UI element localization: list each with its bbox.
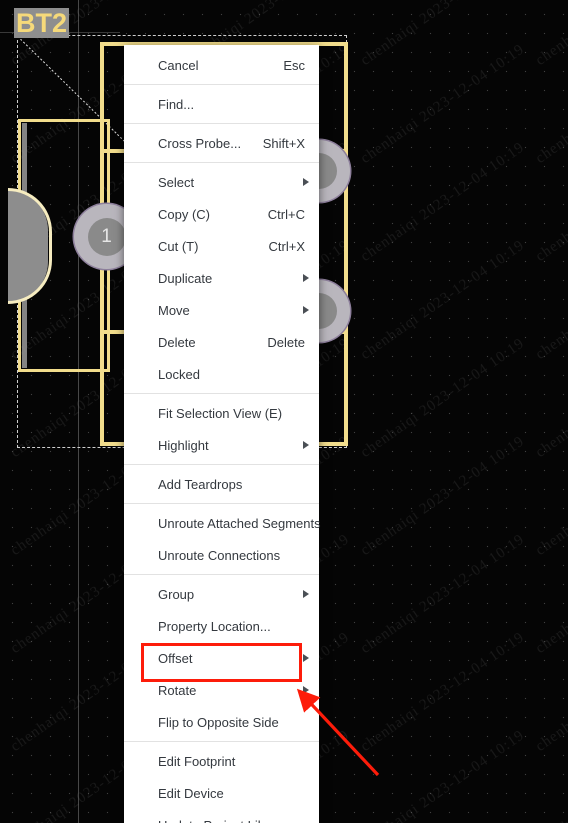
menu-item-label: Copy (C) bbox=[158, 206, 211, 222]
menu-item-cross-probe[interactable]: Cross Probe... Shift+X bbox=[124, 127, 319, 159]
menu-item-copy-c[interactable]: Copy (C) Ctrl+C bbox=[124, 198, 319, 230]
chevron-right-icon bbox=[303, 441, 309, 449]
menu-separator bbox=[124, 393, 319, 394]
menu-item-flip-to-opposite-side[interactable]: Flip to Opposite Side bbox=[124, 706, 319, 738]
menu-item-edit-device[interactable]: Edit Device bbox=[124, 777, 319, 809]
chevron-right-icon bbox=[303, 306, 309, 314]
chevron-right-icon bbox=[303, 590, 309, 598]
menu-item-label: Find... bbox=[158, 96, 195, 112]
chevron-right-icon bbox=[303, 686, 309, 694]
menu-item-rotate[interactable]: Rotate bbox=[124, 674, 319, 706]
pad-1-number: 1 bbox=[101, 225, 112, 247]
menu-item-cut-t[interactable]: Cut (T) Ctrl+X bbox=[124, 230, 319, 262]
menu-item-shortcut: Delete bbox=[267, 334, 305, 350]
menu-item-find[interactable]: Find... bbox=[124, 88, 319, 120]
menu-item-property-location[interactable]: Property Location... bbox=[124, 610, 319, 642]
menu-item-duplicate[interactable]: Duplicate bbox=[124, 262, 319, 294]
menu-item-shortcut: Esc bbox=[283, 57, 305, 73]
context-menu[interactable]: Cancel Esc Find... Cross Probe... Shift+X Sel… bbox=[124, 45, 321, 823]
menu-item-group[interactable]: Group bbox=[124, 578, 319, 610]
menu-item-label: Fit Selection View (E) bbox=[158, 405, 283, 421]
menu-separator bbox=[124, 464, 319, 465]
menu-item-shortcut: Ctrl+X bbox=[268, 238, 305, 254]
chevron-right-icon bbox=[303, 178, 309, 186]
menu-separator bbox=[124, 741, 319, 742]
menu-separator bbox=[124, 123, 319, 124]
menu-item-label: Edit Footprint bbox=[158, 753, 236, 769]
menu-item-label: Duplicate bbox=[158, 270, 213, 286]
menu-item-label: Highlight bbox=[158, 437, 209, 453]
menu-item-label: Select bbox=[158, 174, 195, 190]
menu-separator bbox=[124, 162, 319, 163]
menu-separator bbox=[124, 574, 319, 575]
menu-item-label: Property Location... bbox=[158, 618, 271, 634]
menu-item-label: Cross Probe... bbox=[158, 135, 242, 151]
menu-item-edit-footprint[interactable]: Edit Footprint bbox=[124, 745, 319, 777]
menu-item-label: Flip to Opposite Side bbox=[158, 714, 279, 730]
menu-item-update-project-library[interactable]: Update Project Library bbox=[124, 809, 319, 823]
menu-item-label: Add Teardrops bbox=[158, 476, 243, 492]
chevron-right-icon bbox=[303, 654, 309, 662]
menu-item-label: Unroute Attached Segments bbox=[158, 515, 321, 531]
menu-item-label: Locked bbox=[158, 366, 200, 382]
chevron-right-icon bbox=[303, 274, 309, 282]
menu-item-label: Unroute Connections bbox=[158, 547, 281, 563]
menu-item-label: Offset bbox=[158, 650, 193, 666]
menu-item-shortcut: Ctrl+C bbox=[267, 206, 305, 222]
designator-label[interactable]: BT2 bbox=[14, 8, 70, 38]
menu-item-add-teardrops[interactable]: Add Teardrops bbox=[124, 468, 319, 500]
pcb-canvas[interactable]: chenhaiqi 2023-12-04 10:19chenhaiqi 2023… bbox=[0, 0, 568, 823]
menu-item-select[interactable]: Select bbox=[124, 166, 319, 198]
menu-item-offset[interactable]: Offset bbox=[124, 642, 319, 674]
menu-item-highlight[interactable]: Highlight bbox=[124, 429, 319, 461]
menu-separator bbox=[124, 84, 319, 85]
menu-item-label: Move bbox=[158, 302, 190, 318]
menu-separator bbox=[124, 503, 319, 504]
menu-item-unroute-connections[interactable]: Unroute Connections bbox=[124, 539, 319, 571]
menu-item-cancel[interactable]: Cancel Esc bbox=[124, 49, 319, 81]
menu-item-label: Group bbox=[158, 586, 195, 602]
menu-item-label: Delete bbox=[158, 334, 196, 350]
menu-item-label: Cancel bbox=[158, 57, 199, 73]
menu-item-delete[interactable]: Delete Delete bbox=[124, 326, 319, 358]
menu-item-fit-selection-view-e[interactable]: Fit Selection View (E) bbox=[124, 397, 319, 429]
pad-1-hole: 1 bbox=[87, 217, 126, 256]
menu-item-locked[interactable]: Locked bbox=[124, 358, 319, 390]
menu-item-unroute-attached-segments[interactable]: Unroute Attached Segments bbox=[124, 507, 321, 539]
menu-item-move[interactable]: Move bbox=[124, 294, 319, 326]
menu-item-label: Rotate bbox=[158, 682, 197, 698]
menu-item-label: Update Project Library bbox=[158, 818, 309, 823]
menu-item-label: Cut (T) bbox=[158, 238, 199, 254]
menu-item-shortcut: Shift+X bbox=[262, 135, 305, 151]
menu-item-label: Edit Device bbox=[158, 785, 224, 801]
